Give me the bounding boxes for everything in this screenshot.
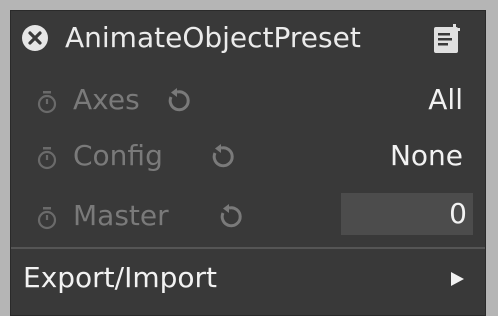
export-import-menu-item[interactable]: Export/Import	[11, 255, 485, 307]
export-import-label: Export/Import	[23, 261, 218, 294]
close-icon[interactable]	[22, 25, 48, 51]
panel-header: AnimateObjectPreset	[11, 11, 485, 69]
stopwatch-icon[interactable]	[35, 146, 59, 170]
divider	[11, 247, 485, 249]
row-axes: Axes All	[11, 77, 485, 125]
stopwatch-icon[interactable]	[35, 206, 59, 230]
stopwatch-icon[interactable]	[35, 90, 59, 114]
axes-value[interactable]: All	[428, 83, 463, 117]
config-label: Config	[73, 139, 163, 172]
master-label: Master	[73, 199, 169, 232]
config-value[interactable]: None	[390, 139, 463, 173]
reset-icon[interactable]	[163, 87, 191, 115]
reset-icon[interactable]	[215, 203, 243, 231]
row-master: Master 0	[11, 193, 485, 241]
animate-object-preset-panel: AnimateObjectPreset Axes All Config None…	[10, 10, 486, 316]
panel-title: AnimateObjectPreset	[65, 21, 361, 54]
submenu-arrow-icon	[451, 272, 464, 286]
master-value-field[interactable]: 0	[341, 193, 473, 235]
preset-document-icon[interactable]	[431, 23, 463, 55]
axes-label: Axes	[73, 83, 140, 116]
master-value: 0	[449, 197, 467, 230]
reset-icon[interactable]	[207, 143, 235, 171]
row-config: Config None	[11, 133, 485, 181]
